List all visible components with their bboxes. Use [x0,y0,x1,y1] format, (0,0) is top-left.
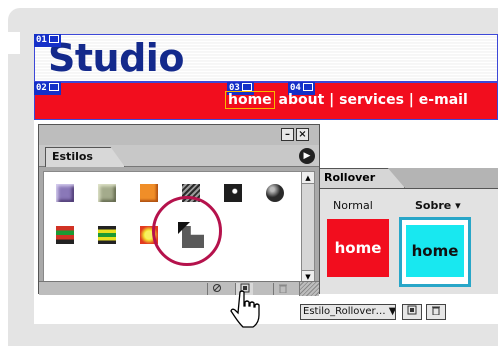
panel-tab-row: Estilos ▶ [39,145,319,167]
resize-grip[interactable] [299,282,319,296]
styles-scrollbar[interactable]: ▲ ▼ [301,171,315,283]
no-style-icon [212,284,221,292]
slice-tag-02[interactable]: 02 [34,82,61,95]
trash-icon[interactable] [273,283,291,295]
swatch-preview [140,184,158,202]
nav-home-link[interactable]: home [225,91,275,109]
highlight-circle [152,196,222,266]
style-swatch-striped-red-green[interactable] [48,218,82,252]
style-swatch-black-sphere[interactable] [258,176,292,210]
new-page-icon [407,305,417,315]
nav-other-links[interactable]: about | services | e-mail [274,92,468,108]
panel-titlebar[interactable]: – × [39,125,319,145]
scroll-up-icon[interactable]: ▲ [302,172,314,184]
swatch-preview [224,184,242,202]
normal-state-label: Normal [333,199,373,212]
frame-notch [8,32,20,54]
panel-bottom-bar [39,281,319,296]
over-state-button: home [406,225,464,277]
rollover-panel-body: Normal Sobre ▾ home home [319,188,498,294]
slice-icon [48,35,59,43]
rollover-style-select[interactable]: Estilo_Rollover… ▼ [300,304,396,320]
page-title: Studio [48,36,184,80]
style-swatch-dark-cd[interactable] [216,176,250,210]
rollover-panel: Rollover Normal Sobre ▾ home home [318,168,498,294]
trash-can-icon [278,284,287,294]
panel-menu-arrow-icon[interactable]: ▶ [299,148,315,164]
slice-icon [48,83,59,91]
hand-cursor-icon [230,290,260,328]
style-swatch-purple-bevel[interactable] [48,176,82,210]
swatch-preview [266,184,284,202]
slice-icon [241,83,252,91]
over-state-preview[interactable]: home [399,217,471,287]
tab-rollover[interactable]: Rollover [319,168,405,188]
normal-state-preview[interactable]: home [327,219,389,277]
minimize-icon[interactable]: – [281,128,294,141]
swatch-preview [56,184,74,202]
style-swatch-sage-bevel[interactable] [90,176,124,210]
trash-icon [432,306,440,316]
tab-estilos[interactable]: Estilos [45,147,125,167]
new-state-button[interactable] [402,304,422,320]
slice-tag-01[interactable]: 01 [34,34,61,47]
delete-state-button[interactable] [426,304,446,320]
style-swatch-orange-square[interactable] [132,176,166,210]
style-swatch-striped-yellow[interactable] [90,218,124,252]
clear-style-icon[interactable] [207,283,225,295]
swatch-preview [98,226,116,244]
over-state-dropdown[interactable]: Sobre ▾ [415,199,461,212]
swatch-preview [98,184,116,202]
close-icon[interactable]: × [296,128,309,141]
swatch-preview [56,226,74,244]
nav-links: home about | services | e-mail [225,91,468,109]
slice-icon [302,83,313,91]
